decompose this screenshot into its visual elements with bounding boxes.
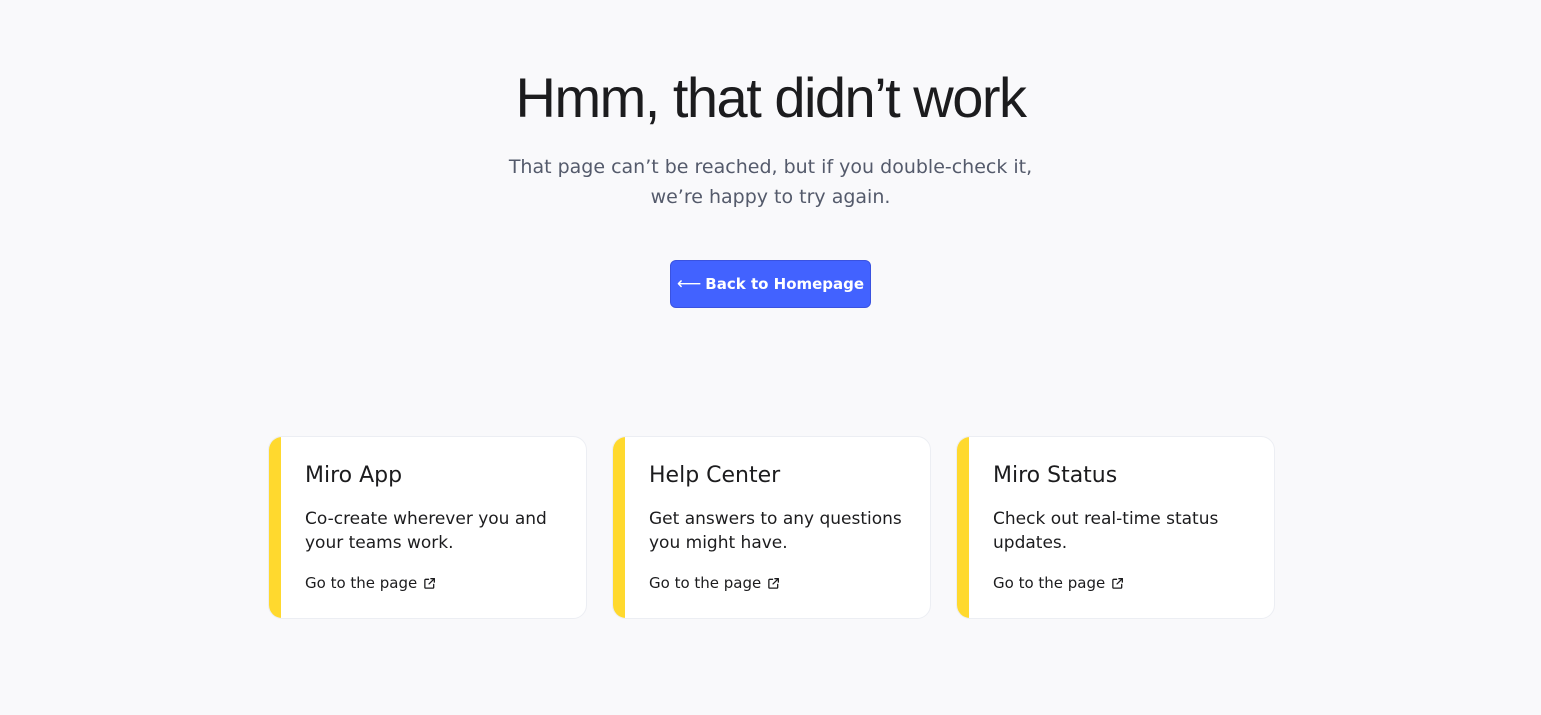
card-description: Get answers to any questions you might h… — [649, 509, 902, 553]
card-description: Check out real-time status updates. — [993, 509, 1219, 553]
go-to-page-label: Go to the page — [649, 574, 762, 592]
card-title: Help Center — [649, 463, 781, 488]
page-title: Hmm, that didn’t work — [515, 66, 1028, 129]
card-accent-stripe — [957, 437, 969, 618]
external-link-icon — [1111, 577, 1124, 590]
go-to-page-label: Go to the page — [993, 574, 1106, 592]
back-to-homepage-label: Back to Homepage — [705, 275, 865, 293]
arrow-left-icon: ⟵ — [676, 273, 702, 294]
external-link-icon — [423, 577, 436, 590]
go-to-page-link[interactable]: Go to the page — [305, 571, 436, 595]
back-to-homepage-button[interactable]: ⟵ Back to Homepage — [670, 260, 871, 308]
card-description: Co-create wherever you and your teams wo… — [305, 509, 547, 553]
card-accent-stripe — [613, 437, 625, 618]
card-help-center: Help Center Get answers to any questions… — [612, 436, 931, 619]
subtitle-line-2: we’re happy to try again. — [650, 186, 891, 208]
card-miro-status: Miro Status Check out real-time status u… — [956, 436, 1275, 619]
page-subtitle: That page can’t be reached, but if you d… — [420, 152, 1121, 212]
card-miro-app: Miro App Co-create wherever you and your… — [268, 436, 587, 619]
resource-cards: Miro App Co-create wherever you and your… — [268, 436, 1276, 619]
external-link-icon — [767, 577, 780, 590]
go-to-page-link[interactable]: Go to the page — [649, 571, 780, 595]
go-to-page-label: Go to the page — [305, 574, 418, 592]
card-accent-stripe — [269, 437, 281, 618]
card-title: Miro Status — [993, 463, 1118, 488]
subtitle-line-1: That page can’t be reached, but if you d… — [508, 156, 1033, 178]
go-to-page-link[interactable]: Go to the page — [993, 571, 1124, 595]
card-title: Miro App — [305, 463, 403, 488]
